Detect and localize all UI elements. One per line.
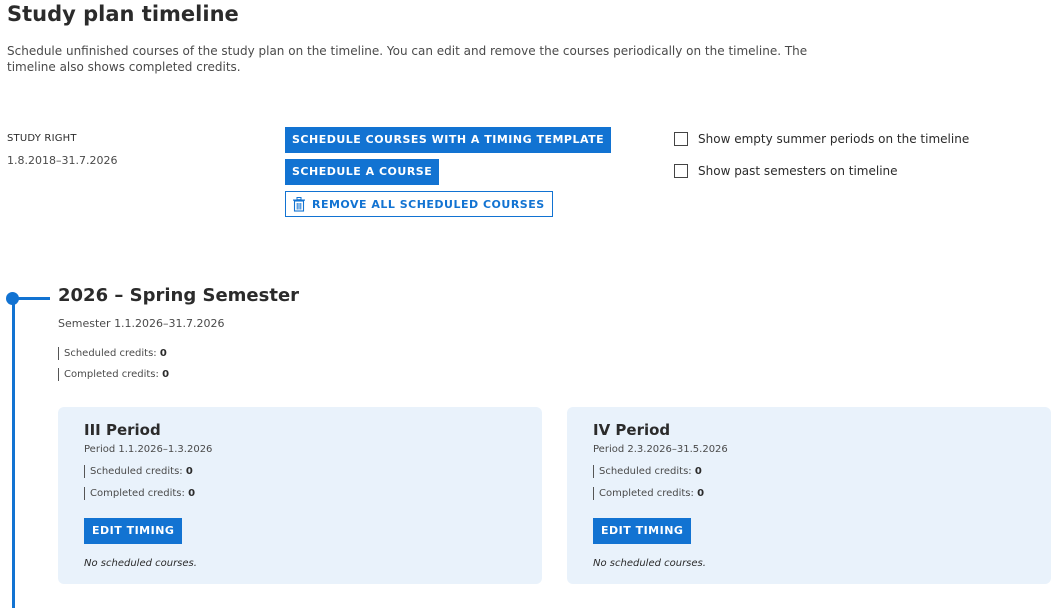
remove-all-label: REMOVE ALL SCHEDULED COURSES	[312, 197, 545, 211]
period-completed-credits: Completed credits: 0	[84, 487, 195, 500]
period-card-iii: III Period Period 1.1.2026–1.3.2026 Sche…	[58, 407, 542, 584]
scheduled-credits-value: 0	[694, 466, 702, 477]
period-completed-credits: Completed credits: 0	[593, 487, 704, 500]
semester-dates: Semester 1.1.2026–31.7.2026	[58, 317, 225, 330]
period-dates: Period 2.3.2026–31.5.2026	[593, 444, 728, 455]
scheduled-credits-label: Scheduled credits:	[64, 348, 157, 359]
empty-courses-message: No scheduled courses.	[593, 558, 706, 569]
period-dates: Period 1.1.2026–1.3.2026	[84, 444, 213, 455]
timeline-line	[12, 298, 15, 608]
show-past-semesters-label: Show past semesters on timeline	[698, 164, 898, 178]
period-scheduled-credits: Scheduled credits: 0	[84, 465, 193, 478]
page-description: Schedule unfinished courses of the study…	[7, 44, 808, 74]
timeline-marker	[6, 292, 19, 305]
schedule-with-template-button[interactable]: SCHEDULE COURSES WITH A TIMING TEMPLATE	[285, 127, 612, 153]
semester-title: 2026 – Spring Semester	[58, 285, 300, 306]
completed-credits-label: Completed credits:	[64, 369, 159, 380]
empty-courses-message: No scheduled courses.	[84, 558, 197, 569]
scheduled-credits-label: Scheduled credits:	[599, 466, 692, 477]
show-empty-summer-option[interactable]: Show empty summer periods on the timelin…	[674, 132, 969, 146]
show-empty-summer-label: Show empty summer periods on the timelin…	[698, 132, 970, 146]
completed-credits-value: 0	[162, 369, 170, 380]
completed-credits-value: 0	[697, 488, 705, 499]
completed-credits-label: Completed credits:	[599, 488, 694, 499]
edit-timing-button[interactable]: EDIT TIMING	[84, 518, 183, 544]
study-right-dates: 1.8.2018–31.7.2026	[7, 154, 118, 167]
scheduled-credits-value: 0	[159, 348, 167, 359]
show-empty-summer-checkbox[interactable]	[674, 132, 688, 146]
period-title: III Period	[84, 421, 161, 439]
completed-credits-label: Completed credits:	[90, 488, 185, 499]
study-right-label: STUDY RIGHT	[7, 133, 77, 144]
timeline-connector	[15, 297, 50, 300]
schedule-course-button[interactable]: SCHEDULE A COURSE	[285, 159, 440, 185]
show-past-semesters-option[interactable]: Show past semesters on timeline	[674, 164, 898, 178]
completed-credits-value: 0	[188, 488, 196, 499]
trash-icon	[292, 196, 306, 212]
remove-all-scheduled-button[interactable]: REMOVE ALL SCHEDULED COURSES	[285, 191, 553, 217]
semester-completed-credits: Completed credits: 0	[58, 368, 169, 381]
scheduled-credits-label: Scheduled credits:	[90, 466, 183, 477]
period-title: IV Period	[593, 421, 671, 439]
scheduled-credits-value: 0	[185, 466, 193, 477]
period-card-iv: IV Period Period 2.3.2026–31.5.2026 Sche…	[567, 407, 1051, 584]
page-title: Study plan timeline	[7, 2, 239, 26]
period-scheduled-credits: Scheduled credits: 0	[593, 465, 702, 478]
show-past-semesters-checkbox[interactable]	[674, 164, 688, 178]
edit-timing-button[interactable]: EDIT TIMING	[593, 518, 692, 544]
semester-scheduled-credits: Scheduled credits: 0	[58, 347, 167, 360]
